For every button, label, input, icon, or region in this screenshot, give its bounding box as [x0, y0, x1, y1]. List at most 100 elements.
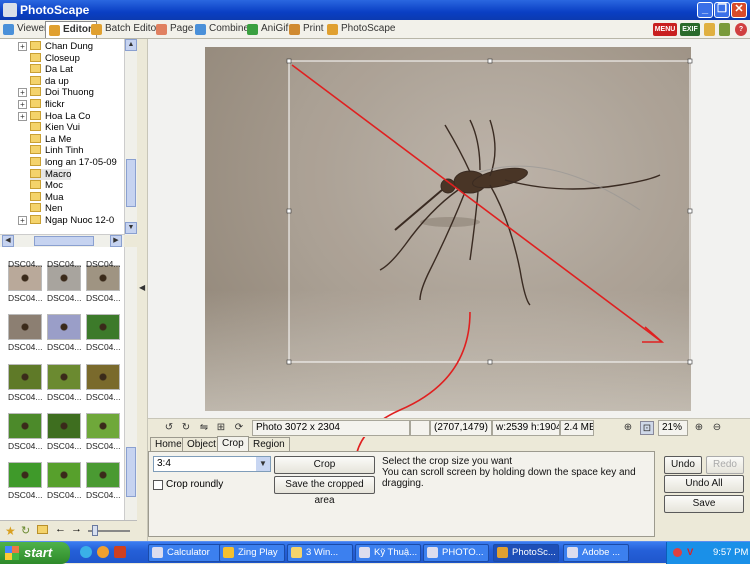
tab-anigif[interactable]: AniGif: [244, 21, 292, 38]
zoom-out-icon[interactable]: ⊖: [710, 421, 724, 435]
folder-item[interactable]: + Chan Dung: [18, 41, 93, 52]
tab-page[interactable]: Page: [153, 21, 197, 38]
refresh-icon[interactable]: ⟳: [232, 421, 246, 435]
flip-icon[interactable]: ⇋: [197, 421, 211, 435]
photo-thumbnail[interactable]: [47, 462, 81, 489]
tab-region[interactable]: Region: [248, 437, 290, 452]
screen-icon[interactable]: [719, 23, 730, 36]
folder-item[interactable]: da up: [30, 75, 69, 87]
clock[interactable]: 9:57 PM: [713, 542, 748, 564]
redo-button[interactable]: Redo: [706, 456, 744, 474]
quicklaunch-ie-icon[interactable]: [80, 546, 92, 558]
photo-thumbnail[interactable]: [86, 314, 120, 341]
undo-all-button[interactable]: Undo All: [664, 475, 744, 493]
help-icon[interactable]: ?: [735, 23, 747, 36]
photo-thumbnail[interactable]: [86, 412, 120, 439]
tree-vertical-scrollbar[interactable]: ▲ ▼: [124, 39, 137, 235]
photo-thumbnail[interactable]: [47, 363, 81, 390]
folder-item[interactable]: long an 17-05-09: [30, 157, 117, 168]
folder-item[interactable]: Closeup: [30, 52, 80, 64]
rotate-icon[interactable]: ↻: [21, 524, 30, 537]
rotate-left-icon[interactable]: ↺: [162, 421, 176, 435]
scroll-down-arrow-icon[interactable]: ▼: [125, 222, 137, 234]
tab-object[interactable]: Object: [182, 437, 221, 452]
photo-thumbnail[interactable]: [86, 462, 120, 489]
task-explorer-group[interactable]: 3 Win...: [287, 544, 353, 562]
folder-item[interactable]: + Doi Thuong: [18, 87, 94, 98]
expand-icon[interactable]: +: [18, 216, 27, 225]
quicklaunch-icon[interactable]: [97, 546, 109, 558]
fit-icon[interactable]: ⊞: [214, 421, 228, 435]
zoom-actual-icon[interactable]: ⊕: [621, 421, 635, 435]
tab-crop[interactable]: Crop: [217, 436, 249, 452]
exif-button[interactable]: EXIF: [680, 23, 700, 36]
task-document[interactable]: Kỹ Thuậ...: [355, 544, 421, 562]
folder-icon[interactable]: [37, 525, 48, 534]
photo-thumbnail[interactable]: [47, 314, 81, 341]
folder-item[interactable]: Moc: [30, 180, 63, 191]
photo-thumbnail[interactable]: [8, 412, 42, 439]
scroll-left-arrow-icon[interactable]: ◀: [2, 235, 14, 247]
chevron-down-icon[interactable]: ▼: [256, 457, 270, 471]
folder-icon[interactable]: [704, 23, 715, 36]
photo-thumbnail[interactable]: [47, 412, 81, 439]
scroll-up-arrow-icon[interactable]: ▲: [125, 39, 137, 51]
task-calculator[interactable]: Calculator: [148, 544, 222, 562]
scroll-right-arrow-icon[interactable]: ▶: [110, 235, 122, 247]
tab-print[interactable]: Print: [286, 21, 328, 38]
antivirus-icon[interactable]: V: [687, 542, 693, 564]
expand-icon[interactable]: +: [18, 42, 27, 51]
folder-item[interactable]: Nen: [30, 203, 62, 214]
quicklaunch-icon[interactable]: [114, 546, 126, 558]
expand-icon[interactable]: +: [18, 100, 27, 109]
back-arrow-icon[interactable]: ←: [55, 523, 66, 535]
crop-roundly-checkbox[interactable]: [153, 480, 163, 490]
tab-viewer[interactable]: Viewer: [0, 21, 51, 38]
photo-thumbnail[interactable]: [8, 462, 42, 489]
rotate-right-icon[interactable]: ↻: [179, 421, 193, 435]
scroll-thumb[interactable]: [34, 236, 94, 246]
task-zing-play[interactable]: Zing Play: [219, 544, 285, 562]
scroll-thumb[interactable]: [126, 159, 136, 207]
tray-icon[interactable]: [673, 548, 682, 557]
thumbnail-grid[interactable]: DSC04... DSC04... DSC04... DSC04... DSC04...…: [0, 247, 137, 520]
zoom-in-icon[interactable]: ⊕: [692, 421, 706, 435]
task-adobe[interactable]: Adobe ...: [563, 544, 629, 562]
save-cropped-button[interactable]: Save the cropped area: [274, 476, 375, 506]
tree-horizontal-scrollbar[interactable]: ◀ ▶: [0, 234, 124, 247]
folder-item[interactable]: Linh Tinh: [30, 145, 84, 156]
scroll-thumb[interactable]: [126, 447, 136, 497]
folder-tree[interactable]: + Chan Dung Closeup Da Lat da up + Doi Thuong +…: [0, 39, 137, 235]
zoom-fit-icon[interactable]: ⊡: [640, 421, 654, 435]
thumbnail-scrollbar[interactable]: [124, 247, 137, 520]
folder-item[interactable]: Mua: [30, 191, 63, 203]
folder-item[interactable]: Kien Vui: [30, 122, 80, 133]
folder-item[interactable]: La Me: [30, 133, 71, 145]
undo-button[interactable]: Undo: [664, 456, 702, 474]
folder-item[interactable]: + Hoa La Co: [18, 110, 90, 122]
photo-thumbnail[interactable]: [8, 314, 42, 341]
crop-ratio-dropdown[interactable]: 3:4 ▼: [153, 456, 271, 472]
collapse-arrow-icon[interactable]: ◀: [139, 283, 145, 292]
star-icon[interactable]: ★: [5, 524, 16, 538]
photo-thumbnail[interactable]: [8, 363, 42, 390]
maximize-button[interactable]: ❐: [714, 2, 730, 18]
forward-arrow-icon[interactable]: →: [71, 523, 82, 535]
menu-button[interactable]: MENU: [653, 23, 677, 36]
crop-button[interactable]: Crop: [274, 456, 375, 474]
title-bar[interactable]: PhotoScape _ ❐ ✕: [0, 0, 750, 20]
task-photo[interactable]: PHOTO...: [423, 544, 489, 562]
close-button[interactable]: ✕: [731, 2, 747, 18]
photo-thumbnail[interactable]: [86, 363, 120, 390]
expand-icon[interactable]: +: [18, 88, 27, 98]
tab-photoscape[interactable]: PhotoScape: [324, 21, 400, 38]
minimize-button[interactable]: _: [697, 2, 713, 18]
task-photoscape[interactable]: PhotoSc...: [493, 544, 559, 562]
expand-icon[interactable]: +: [18, 111, 27, 121]
save-button[interactable]: Save: [664, 495, 744, 513]
slider-handle[interactable]: [92, 525, 98, 536]
folder-item[interactable]: Da Lat: [30, 64, 73, 75]
start-button[interactable]: start: [0, 542, 70, 564]
folder-item[interactable]: Macro: [30, 168, 72, 180]
folder-item[interactable]: + Ngap Nuoc 12-0: [18, 215, 114, 226]
